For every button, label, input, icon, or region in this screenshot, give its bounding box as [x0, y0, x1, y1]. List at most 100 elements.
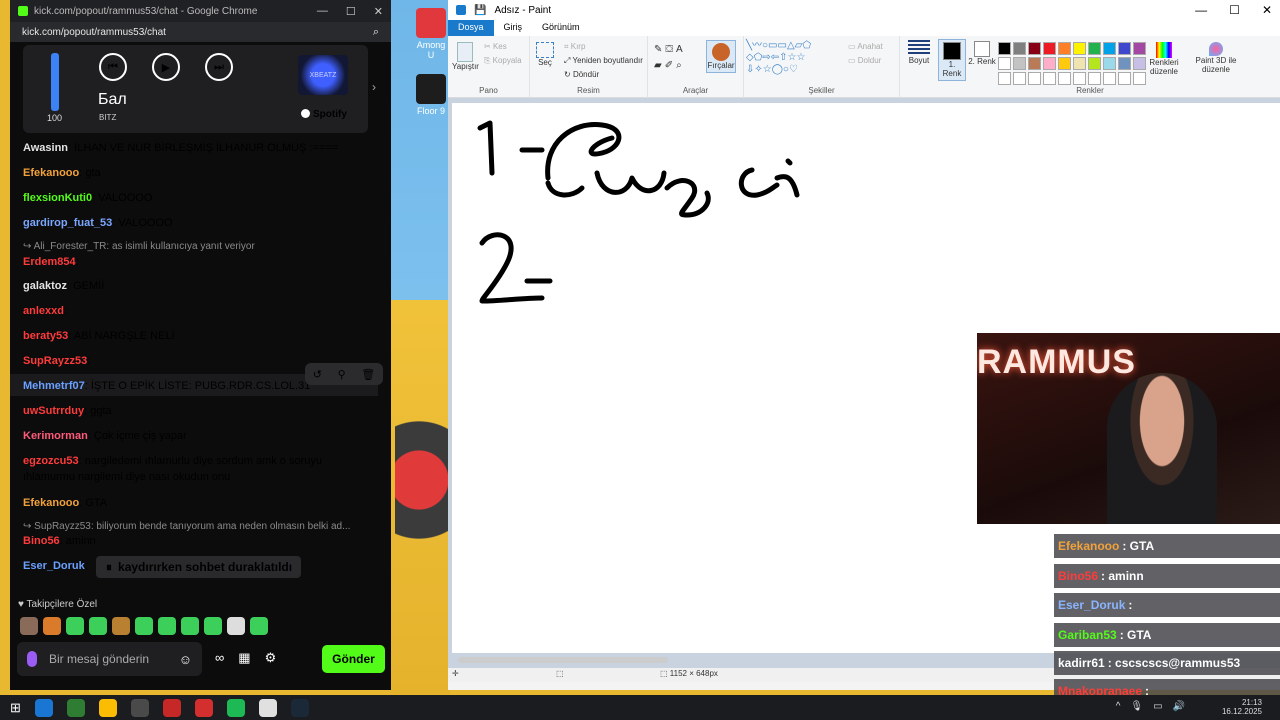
chat-username[interactable]: uwSutrrduy [23, 405, 84, 417]
chat-message[interactable]: Erdem854: [23, 254, 368, 270]
network-icon[interactable]: ▭ [1153, 701, 1162, 712]
desktop-shortcut[interactable]: Floor 9 [414, 74, 448, 116]
send-button[interactable]: Gönder [322, 645, 385, 673]
desktop-shortcut[interactable]: Among U [414, 8, 448, 60]
next-track-button[interactable]: ⏭ [205, 53, 233, 81]
palette-swatch[interactable] [1043, 57, 1056, 70]
chat-message[interactable]: egzozcu53: nargiledemi ıhlamurlu diye so… [23, 453, 368, 485]
palette-swatch[interactable] [998, 42, 1011, 55]
tab-dosya[interactable]: Dosya [448, 20, 494, 36]
chat-message[interactable]: Kerimorman: Çok içme çiş yapar [23, 428, 368, 444]
cut-button[interactable]: ✂ Kes [484, 42, 507, 51]
palette-swatch[interactable] [1013, 57, 1026, 70]
size-button[interactable]: Boyut [904, 40, 934, 65]
taskbar-app-icon[interactable] [34, 698, 53, 717]
taskbar-app-icon[interactable] [226, 698, 245, 717]
palette-swatch[interactable] [1118, 72, 1131, 85]
tab-gorunum[interactable]: Görünüm [532, 20, 590, 36]
eraser-icon[interactable]: ▰ [654, 60, 665, 71]
brushes-button[interactable]: Fırçalar [706, 40, 736, 73]
gear-icon[interactable]: ⚙ [265, 650, 277, 666]
chat-message[interactable]: gardirop_fuat_53: VALOOOO [23, 215, 368, 231]
palette-swatch[interactable] [1133, 72, 1146, 85]
palette-swatch[interactable] [1013, 42, 1026, 55]
edit-colors-button[interactable]: Renkleri düzenle [1146, 42, 1182, 76]
crop-button[interactable]: ⌗ Kırp [564, 42, 585, 52]
store-icon[interactable]: ▦ [238, 650, 250, 666]
emote[interactable] [89, 617, 107, 635]
paint-minimize-button[interactable]: — [1195, 3, 1207, 17]
close-button[interactable]: ✕ [374, 5, 383, 18]
palette-swatch[interactable] [1058, 42, 1071, 55]
play-button[interactable]: ▶ [152, 53, 180, 81]
microphone-tray-icon[interactable]: 🎙 [1130, 701, 1143, 712]
resize-button[interactable]: ⤢ Yeniden boyutlandır [564, 56, 643, 66]
taskbar-app-icon[interactable] [290, 698, 309, 717]
text-icon[interactable]: A [676, 44, 686, 55]
chat-username[interactable]: SupRayzz53 [23, 355, 87, 367]
taskbar-app-icon[interactable] [66, 698, 85, 717]
chat-message[interactable]: uwSutrrduy: ggta [23, 403, 368, 419]
clock[interactable]: 21:13 16.12.2025 [1222, 698, 1262, 716]
select-button[interactable]: Seç [534, 42, 556, 67]
palette-swatch[interactable] [998, 72, 1011, 85]
palette-swatch[interactable] [1133, 57, 1146, 70]
chat-paused-notice[interactable]: ⏸ kaydırırken sohbet duraklatıldı [96, 556, 301, 578]
palette-swatch[interactable] [1073, 57, 1086, 70]
chat-message[interactable]: flexsionKuti0: VALOOOO [23, 190, 368, 206]
color1-button[interactable]: 1. Renk [938, 39, 966, 81]
palette-swatch[interactable] [1103, 57, 1116, 70]
chat-username[interactable]: egzozcu53 [23, 455, 79, 467]
emote[interactable] [227, 617, 245, 635]
palette-swatch[interactable] [1118, 42, 1131, 55]
paste-button[interactable]: Yapıştır [452, 42, 479, 71]
chat-username[interactable]: Eser_Doruk [23, 560, 85, 572]
palette-swatch[interactable] [998, 57, 1011, 70]
palette-swatch[interactable] [1073, 42, 1086, 55]
chat-username[interactable]: Efekanooo [23, 497, 79, 509]
chevron-right-icon[interactable]: › [372, 80, 376, 94]
rotate-button[interactable]: ↻ Döndür [564, 70, 599, 79]
chat-message[interactable]: anlexxd: [23, 303, 368, 319]
taskbar-app-icon[interactable] [98, 698, 117, 717]
magnifier-icon[interactable]: ⌕ [676, 60, 685, 71]
palette-swatch[interactable] [1073, 72, 1086, 85]
taskbar-app-icon[interactable] [194, 698, 213, 717]
infinity-icon[interactable]: ∞ [215, 650, 224, 666]
pin-icon[interactable]: ⚲ [338, 368, 346, 381]
pencil-icon[interactable]: ✎ [654, 44, 665, 55]
chat-message[interactable]: Bino56: aminn [23, 533, 368, 549]
palette-swatch[interactable] [1028, 57, 1041, 70]
chat-username[interactable]: gardirop_fuat_53 [23, 217, 112, 229]
horizontal-scrollbar[interactable] [458, 657, 668, 663]
windows-start-icon[interactable]: ⊞ [10, 700, 21, 716]
chat-username[interactable]: Bino56 [23, 535, 60, 547]
minimize-button[interactable]: — [317, 5, 328, 18]
taskbar-app-icon[interactable] [130, 698, 149, 717]
emote[interactable] [112, 617, 130, 635]
previous-track-button[interactable]: ⏮ [99, 53, 127, 81]
palette-swatch[interactable] [1043, 42, 1056, 55]
color-picker-icon[interactable]: ✐ [665, 60, 676, 71]
chat-username[interactable]: galaktoz [23, 280, 67, 292]
chevron-up-icon[interactable]: ^ [1116, 701, 1121, 712]
copy-button[interactable]: ⎘ Kopyala [484, 56, 522, 66]
palette-swatch[interactable] [1058, 72, 1071, 85]
color2-button[interactable]: 2. Renk [968, 41, 996, 66]
palette-swatch[interactable] [1028, 72, 1041, 85]
chat-input[interactable]: Bir mesaj gönderin ☺ [17, 642, 202, 676]
paint-maximize-button[interactable]: ☐ [1229, 3, 1240, 17]
palette-swatch[interactable] [1058, 57, 1071, 70]
emote[interactable] [20, 617, 38, 635]
outline-button[interactable]: ▭ Anahat [848, 42, 883, 51]
chat-username[interactable]: flexsionKuti0 [23, 192, 92, 204]
chat-username[interactable]: Kerimorman [23, 430, 88, 442]
chat-message[interactable]: Efekanooo: GTA [23, 495, 368, 511]
palette-swatch[interactable] [1043, 72, 1056, 85]
paint-close-button[interactable]: ✕ [1262, 3, 1272, 17]
emote[interactable] [250, 617, 268, 635]
chat-username[interactable]: Mehmetrf07 [23, 380, 85, 392]
fill-icon[interactable]: ⛋ [665, 44, 676, 55]
emote[interactable] [158, 617, 176, 635]
chat-username[interactable]: Efekanooo [23, 167, 79, 179]
